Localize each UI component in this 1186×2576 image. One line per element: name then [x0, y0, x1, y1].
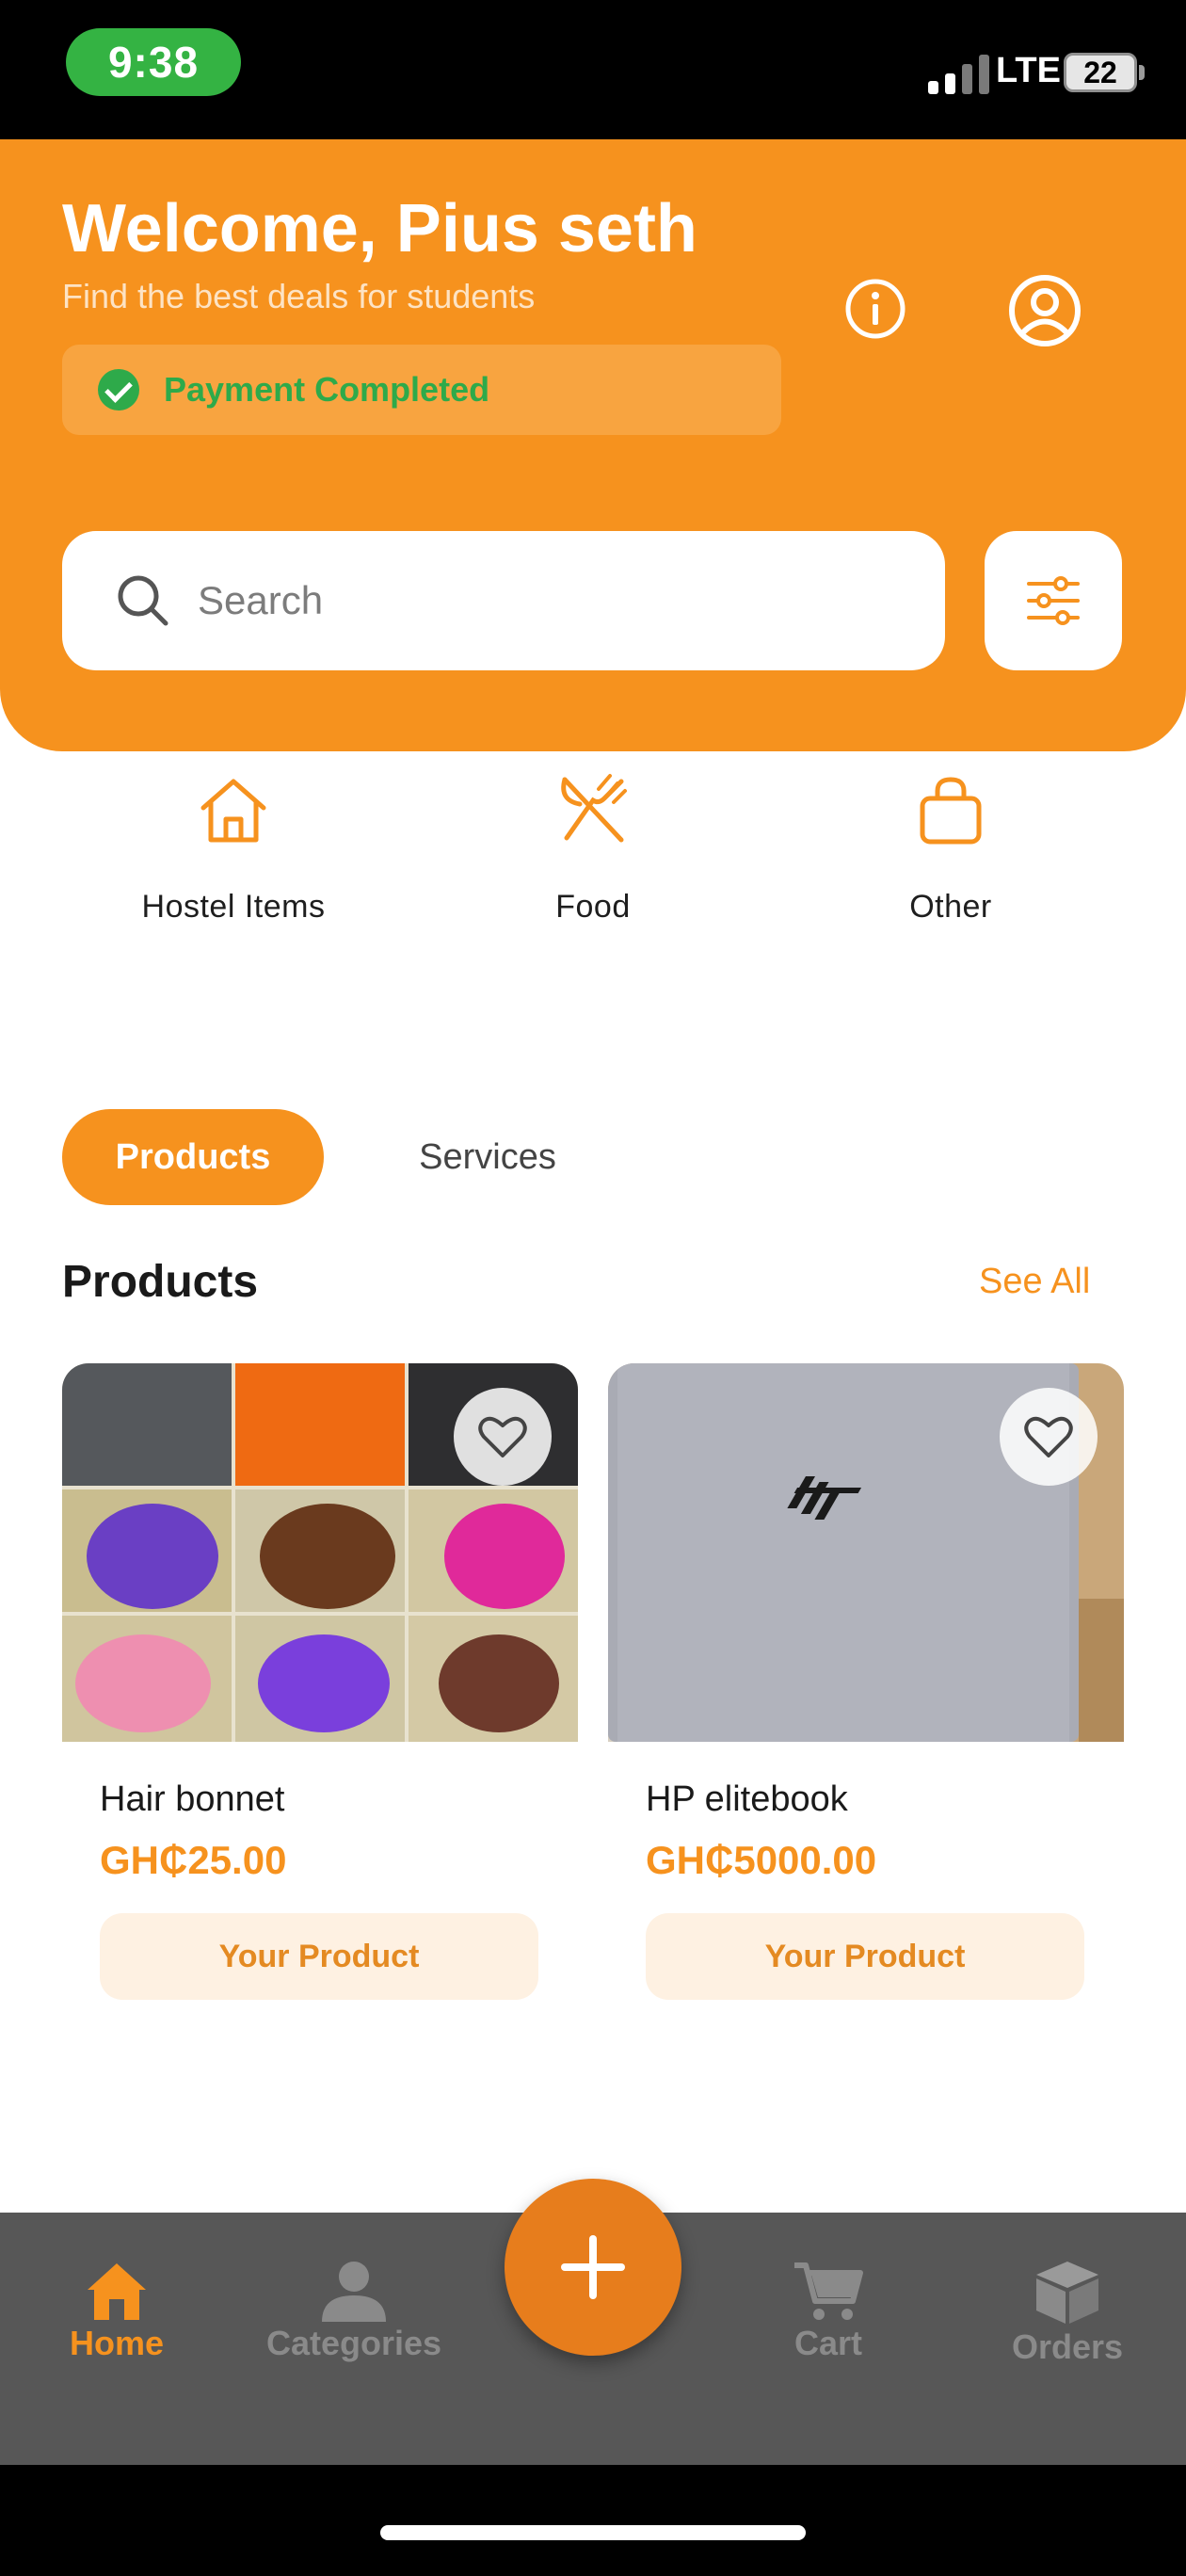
your-product-badge: Your Product — [646, 1913, 1084, 2000]
product-image — [62, 1363, 578, 1742]
nav-orders[interactable]: Orders — [964, 2260, 1171, 2367]
heart-icon — [478, 1416, 527, 1457]
nav-categories[interactable]: Categories — [250, 2260, 457, 2363]
welcome-subtitle: Find the best deals for students — [62, 277, 536, 315]
category-food[interactable]: Food — [452, 772, 734, 926]
category-label: Hostel Items — [141, 889, 326, 925]
battery-tip — [1139, 65, 1145, 80]
add-button[interactable] — [505, 2179, 681, 2356]
favorite-button[interactable] — [1000, 1388, 1098, 1486]
sliders-icon — [1027, 576, 1080, 625]
network-type: LTE — [996, 51, 1061, 90]
product-name: Hair bonnet — [100, 1779, 285, 1819]
nav-label: Home — [69, 2324, 165, 2362]
category-hostel-items[interactable]: Hostel Items — [92, 772, 375, 926]
nav-label: Orders — [1011, 2327, 1124, 2366]
category-label: Other — [909, 889, 992, 925]
product-price: GH₵5000.00 — [646, 1838, 877, 1882]
person-icon — [322, 2262, 386, 2322]
your-product-badge: Your Product — [100, 1913, 538, 2000]
heart-icon — [1024, 1416, 1073, 1457]
search-icon — [118, 575, 168, 626]
user-circle-icon[interactable] — [1007, 273, 1082, 353]
battery-icon: 22 — [1064, 53, 1137, 92]
product-price: GH₵25.00 — [100, 1838, 287, 1882]
search-input[interactable]: Search — [62, 531, 945, 670]
product-card[interactable]: HP elitebook GH₵5000.00 Your Product — [608, 1363, 1124, 2022]
product-name: HP elitebook — [646, 1779, 848, 1819]
payment-status-banner: Payment Completed — [62, 345, 781, 435]
tab-services[interactable]: Services — [375, 1109, 601, 1205]
favorite-button[interactable] — [454, 1388, 552, 1486]
see-all-link[interactable]: See All — [979, 1262, 1090, 1302]
plus-icon — [561, 2235, 625, 2299]
header: Welcome, Pius seth Find the best deals f… — [0, 139, 1186, 751]
cart-icon — [794, 2262, 863, 2320]
box-icon — [1036, 2262, 1098, 2324]
house-icon — [200, 779, 266, 843]
status-time: 9:38 — [66, 28, 241, 96]
welcome-title: Welcome, Pius seth — [62, 191, 697, 266]
info-icon[interactable] — [843, 277, 907, 346]
filter-button[interactable] — [985, 531, 1122, 670]
product-card[interactable]: Hair bonnet GH₵25.00 Your Product — [62, 1363, 578, 2022]
shopping-bag-icon — [920, 777, 982, 845]
tab-products[interactable]: Products — [62, 1109, 324, 1205]
status-bar: 9:38 LTE 22 — [0, 0, 1186, 139]
search-placeholder: Search — [198, 578, 324, 622]
category-label: Food — [555, 889, 631, 925]
signal-icon — [928, 53, 994, 94]
category-other[interactable]: Other — [809, 772, 1092, 926]
home-indicator[interactable] — [380, 2525, 806, 2540]
product-image — [608, 1363, 1124, 1742]
payment-status-text: Payment Completed — [164, 370, 490, 409]
fork-knife-icon — [561, 774, 627, 843]
nav-label: Categories — [265, 2324, 442, 2362]
nav-cart[interactable]: Cart — [725, 2260, 932, 2363]
section-title: Products — [62, 1257, 259, 1307]
nav-home[interactable]: Home — [13, 2260, 220, 2363]
home-icon — [88, 2263, 146, 2320]
nav-label: Cart — [793, 2324, 863, 2362]
check-circle-icon — [98, 369, 139, 411]
home-indicator-area — [0, 2465, 1186, 2576]
